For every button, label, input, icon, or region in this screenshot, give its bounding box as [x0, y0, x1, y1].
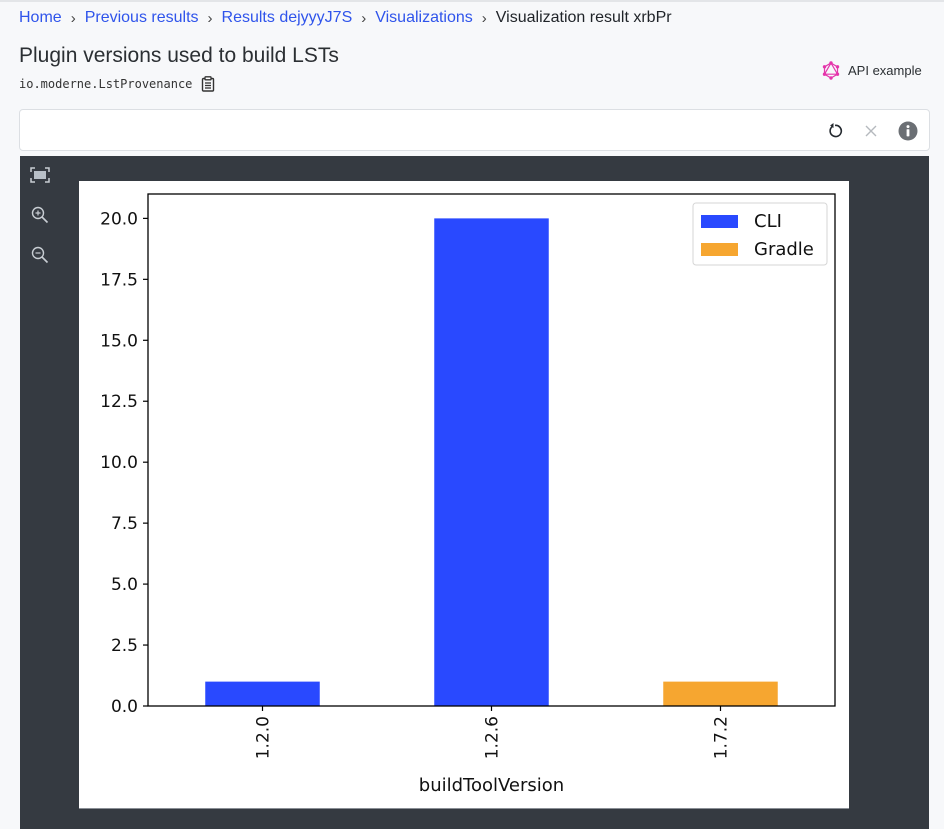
legend-label-cli: CLI [754, 211, 782, 232]
y-tick-label: 20.0 [100, 209, 138, 229]
y-axis: 0.0 2.5 5.0 7.5 10.0 12.5 15.0 17.5 20.0 [100, 209, 148, 717]
legend: CLI Gradle [692, 202, 828, 266]
y-tick-label: 5.0 [111, 575, 138, 595]
clipboard-icon[interactable] [201, 76, 215, 92]
x-tick-label: 1.2.6 [483, 716, 503, 759]
breadcrumb-visualizations[interactable]: Visualizations [375, 9, 473, 27]
top-border [0, 0, 944, 2]
breadcrumb-separator: › [207, 9, 213, 27]
legend-swatch-gradle [701, 243, 738, 256]
page-title: Plugin versions used to build LSTs [19, 44, 339, 67]
zoom-in-icon[interactable] [29, 204, 51, 226]
api-example-link[interactable]: API example [822, 61, 922, 80]
api-example-label: API example [848, 63, 922, 78]
y-tick-label: 15.0 [100, 331, 138, 351]
x-tick-label: 1.2.0 [254, 716, 274, 759]
clear-icon[interactable] [860, 120, 882, 142]
data-table-id: io.moderne.LstProvenance [19, 76, 215, 92]
data-table-name: io.moderne.LstProvenance [19, 77, 193, 91]
filter-input[interactable] [30, 118, 810, 142]
visualization-panel: 0.0 2.5 5.0 7.5 10.0 12.5 15.0 17.5 20.0 1.2.0 1.… [20, 156, 929, 829]
breadcrumb-separator: › [70, 9, 76, 27]
legend-label-gradle: Gradle [754, 239, 814, 260]
breadcrumb-separator: › [361, 9, 367, 27]
reset-icon[interactable] [824, 120, 846, 142]
x-tick-label: 1.7.2 [712, 716, 732, 759]
y-tick-label: 12.5 [100, 392, 138, 412]
fit-to-screen-icon[interactable] [29, 164, 51, 186]
breadcrumb: Home › Previous results › Results dejyyy… [19, 9, 672, 27]
bar-chart: 0.02.55.07.510.012.515.017.520.0 1.2.0 1.… [100, 193, 836, 796]
bar-cli-1.2.0 [205, 681, 320, 706]
bars [205, 218, 778, 706]
y-tick-label: 10.0 [100, 453, 138, 473]
bar-cli-1.2.6 [434, 218, 549, 706]
chart-image: 0.0 2.5 5.0 7.5 10.0 12.5 15.0 17.5 20.0 1.2.0 1.… [79, 181, 849, 809]
y-tick-label: 2.5 [111, 636, 138, 656]
breadcrumb-home[interactable]: Home [19, 9, 62, 27]
zoom-out-icon[interactable] [29, 244, 51, 266]
bar-gradle-1.7.2 [663, 681, 778, 706]
info-icon[interactable] [897, 120, 919, 142]
y-tick-label: 17.5 [100, 270, 138, 290]
x-axis-label: buildToolVersion [419, 775, 564, 796]
breadcrumb-separator: › [481, 9, 487, 27]
x-axis: 1.2.0 1.2.6 1.7.2 [254, 706, 732, 759]
graphql-icon [822, 61, 840, 80]
breadcrumb-previous-results[interactable]: Previous results [85, 9, 199, 27]
breadcrumb-results[interactable]: Results dejyyyJ7S [222, 9, 353, 27]
legend-swatch-cli [701, 215, 738, 228]
filter-bar [19, 109, 930, 151]
y-tick-label: 0.0 [111, 697, 138, 717]
breadcrumb-current: Visualization result xrbPr [495, 9, 672, 26]
y-tick-label: 7.5 [111, 514, 138, 534]
